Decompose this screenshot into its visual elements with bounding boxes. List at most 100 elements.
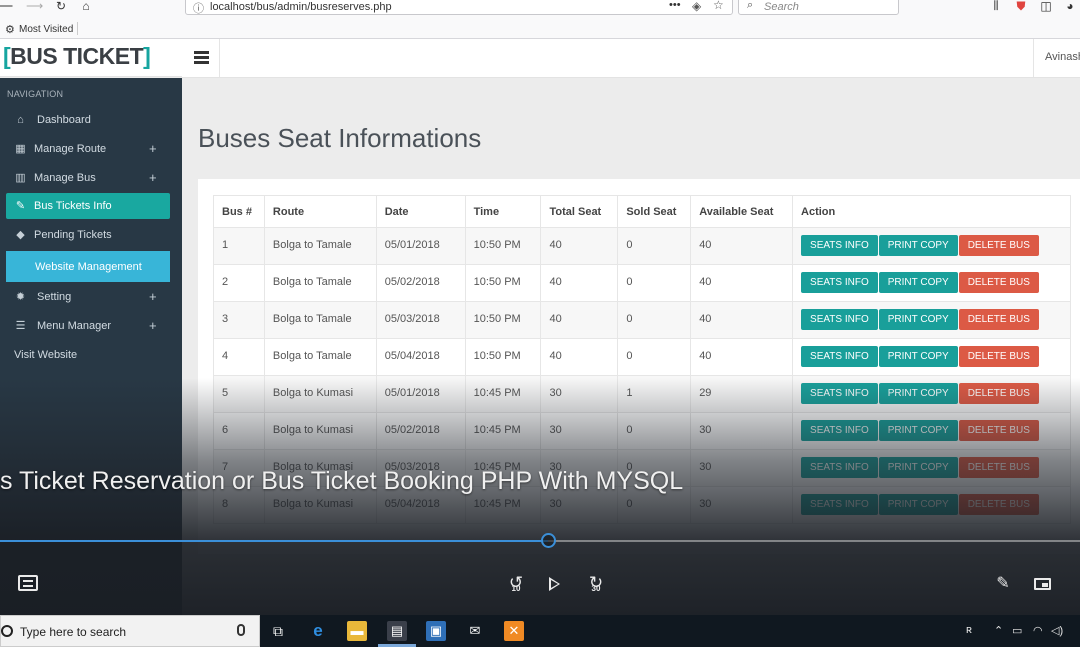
- cell-total-seat: 40: [540, 227, 619, 265]
- xampp-icon[interactable]: ✕: [504, 621, 524, 641]
- column-header-action: Action: [792, 195, 1071, 228]
- microphone-icon[interactable]: [237, 624, 245, 636]
- video-progress-track[interactable]: [0, 533, 1080, 548]
- page-title: Buses Seat Informations: [198, 123, 482, 153]
- home-icon[interactable]: ⌂: [78, 0, 94, 14]
- sidebar-item-bus-tickets-info[interactable]: ✎ Bus Tickets Info: [6, 193, 170, 219]
- extension-icon[interactable]: ◕: [1062, 0, 1078, 14]
- brand-text: BUS TICKET: [10, 43, 144, 69]
- sidebar-item-setting[interactable]: ✹ Setting +: [6, 284, 170, 310]
- sidebar-item-label: Pending Tickets: [34, 229, 112, 241]
- sidebar-item-manage-bus[interactable]: ▥ Manage Bus +: [6, 165, 170, 191]
- page-actions-icon[interactable]: •••: [669, 0, 681, 11]
- cell-bus-number: 4: [213, 338, 265, 376]
- pen-icon[interactable]: ✎: [993, 575, 1013, 593]
- pocket-icon[interactable]: ◈: [692, 0, 701, 13]
- brand-logo[interactable]: [BUS TICKET]: [3, 43, 151, 70]
- people-icon[interactable]: ʀ: [966, 624, 972, 636]
- sidebar-item-label: Dashboard: [37, 114, 91, 126]
- library-icon[interactable]: ⫼: [988, 0, 1004, 14]
- mail-icon[interactable]: ✉: [465, 621, 485, 641]
- sidebar-item-dashboard[interactable]: ⌂ Dashboard: [6, 107, 170, 133]
- table-row: 2 Bolga to Tamale 05/02/2018 10:50 PM 40 0 40 S…: [213, 264, 1071, 302]
- expand-plus-icon[interactable]: +: [149, 141, 157, 156]
- sidebar-item-label: Visit Website: [14, 349, 78, 361]
- sidebar-toggle-icon[interactable]: ◫: [1038, 0, 1054, 14]
- cell-available-seat: 40: [690, 227, 794, 265]
- sidebar-item-menu-manager[interactable]: ☰ Menu Manager +: [6, 313, 170, 339]
- cell-sold-seat: 0: [617, 338, 692, 376]
- back-icon[interactable]: ⟵: [0, 0, 13, 14]
- cell-route: Bolga to Tamale: [263, 338, 377, 376]
- column-header-date: Date: [375, 195, 466, 228]
- info-icon[interactable]: ⓘ: [193, 0, 204, 16]
- delete-bus-button[interactable]: DELETE BUS: [958, 272, 1039, 293]
- seats-info-button[interactable]: SEATS INFO: [801, 235, 878, 256]
- cell-bus-number: 2: [213, 264, 265, 302]
- store-icon[interactable]: ▣: [426, 621, 446, 641]
- cell-route: Bolga to Tamale: [263, 227, 377, 265]
- bookmark-most-visited[interactable]: Most Visited: [19, 24, 73, 35]
- column-header-total-seat: Total Seat: [540, 195, 619, 228]
- movies-tv-icon[interactable]: ▤: [387, 621, 407, 641]
- cell-time: 10:50 PM: [464, 264, 542, 302]
- sidebar-item-website-management[interactable]: Website Management: [6, 251, 170, 282]
- forward-icon[interactable]: ⟶: [26, 0, 43, 14]
- seats-info-button[interactable]: SEATS INFO: [801, 309, 878, 330]
- search-input[interactable]: ⌕ Search: [738, 0, 899, 15]
- cell-route: Bolga to Tamale: [263, 264, 377, 302]
- cell-time: 10:50 PM: [464, 227, 542, 265]
- delete-bus-button[interactable]: DELETE BUS: [958, 309, 1039, 330]
- print-copy-button[interactable]: PRINT COPY: [878, 309, 958, 330]
- rewind-icon[interactable]: ↺ 10: [505, 574, 527, 594]
- delete-bus-button[interactable]: DELETE BUS: [958, 346, 1039, 367]
- menu-toggle-icon[interactable]: [194, 51, 209, 64]
- table-row: 4 Bolga to Tamale 05/04/2018 10:50 PM 40 0 40 S…: [213, 338, 1071, 376]
- fast-forward-icon[interactable]: ↻ 30: [585, 574, 607, 594]
- battery-icon[interactable]: ▭: [1012, 624, 1022, 637]
- delete-bus-button[interactable]: DELETE BUS: [958, 235, 1039, 256]
- cell-bus-number: 3: [213, 301, 265, 339]
- tray-chevron-icon[interactable]: ⌃: [994, 624, 1003, 637]
- user-name[interactable]: Avinash: [1045, 51, 1080, 63]
- url-bar[interactable]: ⓘ localhost/bus/admin/busreserves.php ••…: [185, 0, 733, 15]
- file-explorer-icon[interactable]: ▬: [347, 621, 367, 641]
- sidebar-item-label: Manage Bus: [34, 172, 96, 184]
- cell-available-seat: 40: [690, 301, 794, 339]
- taskbar-search[interactable]: Type here to search: [0, 615, 260, 647]
- cell-date: 05/03/2018: [375, 301, 466, 339]
- search-icon: ⌕: [747, 0, 754, 11]
- sidebar-item-manage-route[interactable]: ▦ Manage Route +: [6, 136, 170, 162]
- expand-plus-icon[interactable]: +: [149, 318, 157, 333]
- windows-taskbar: Type here to search ⧉ e ▬ ▤ ▣ ✉ ✕ ʀ ⌃ ▭ …: [0, 615, 1080, 647]
- wifi-icon[interactable]: ◠: [1033, 624, 1043, 637]
- print-copy-button[interactable]: PRINT COPY: [878, 235, 958, 256]
- seats-info-button[interactable]: SEATS INFO: [801, 272, 878, 293]
- sidebar-item-pending-tickets[interactable]: ◆ Pending Tickets: [6, 222, 170, 248]
- video-title: s Ticket Reservation or Bus Ticket Booki…: [0, 467, 684, 495]
- edge-browser-icon[interactable]: e: [308, 621, 328, 641]
- task-view-icon[interactable]: ⧉: [268, 621, 288, 641]
- search-placeholder: Search: [764, 1, 799, 13]
- sidebar-item-visit-website[interactable]: Visit Website: [6, 342, 170, 368]
- expand-plus-icon[interactable]: +: [149, 170, 157, 185]
- expand-plus-icon[interactable]: +: [149, 289, 157, 304]
- reload-icon[interactable]: ↻: [53, 0, 69, 14]
- url-text: localhost/bus/admin/busreserves.php: [210, 1, 392, 13]
- column-header-sold-seat: Sold Seat: [617, 195, 692, 228]
- print-copy-button[interactable]: PRINT COPY: [878, 272, 958, 293]
- table-icon: ▦: [15, 143, 26, 155]
- shield-icon[interactable]: ⛊: [1013, 0, 1029, 14]
- cell-actions: SEATS INFOPRINT COPYDELETE BUS: [792, 227, 1071, 265]
- volume-icon[interactable]: ◁): [1051, 624, 1063, 637]
- captions-icon[interactable]: [18, 575, 38, 591]
- print-copy-button[interactable]: PRINT COPY: [878, 346, 958, 367]
- mini-view-icon[interactable]: [1034, 578, 1051, 590]
- bookmark-star-icon[interactable]: ☆: [713, 0, 724, 12]
- seats-info-button[interactable]: SEATS INFO: [801, 346, 878, 367]
- column-header-route: Route: [263, 195, 377, 228]
- video-progress-handle[interactable]: [540, 533, 556, 548]
- cell-time: 10:50 PM: [464, 338, 542, 376]
- rewind-seconds: 10: [511, 584, 521, 593]
- play-icon[interactable]: [549, 577, 560, 591]
